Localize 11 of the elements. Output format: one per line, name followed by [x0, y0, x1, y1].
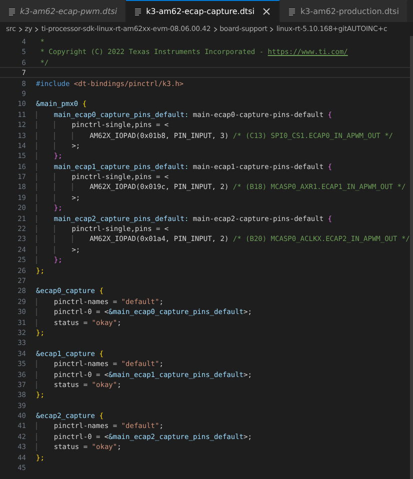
close-icon[interactable] — [262, 7, 272, 16]
chevron-right-icon — [269, 26, 274, 32]
editor-tab[interactable]: k3-am62-ecap-pwm.dtsi — [0, 0, 126, 22]
file-icon — [134, 8, 142, 16]
file-icon — [288, 8, 296, 16]
editor-tab[interactable]: k3-am62-production.dtsi — [280, 0, 408, 22]
chevron-right-icon — [212, 26, 218, 32]
editor-tab[interactable]: k3-am62-ecap-capture.dtsi — [126, 0, 280, 22]
chevron-right-icon — [18, 26, 23, 32]
chevron-right-icon — [34, 26, 40, 32]
file-icon — [8, 8, 16, 16]
